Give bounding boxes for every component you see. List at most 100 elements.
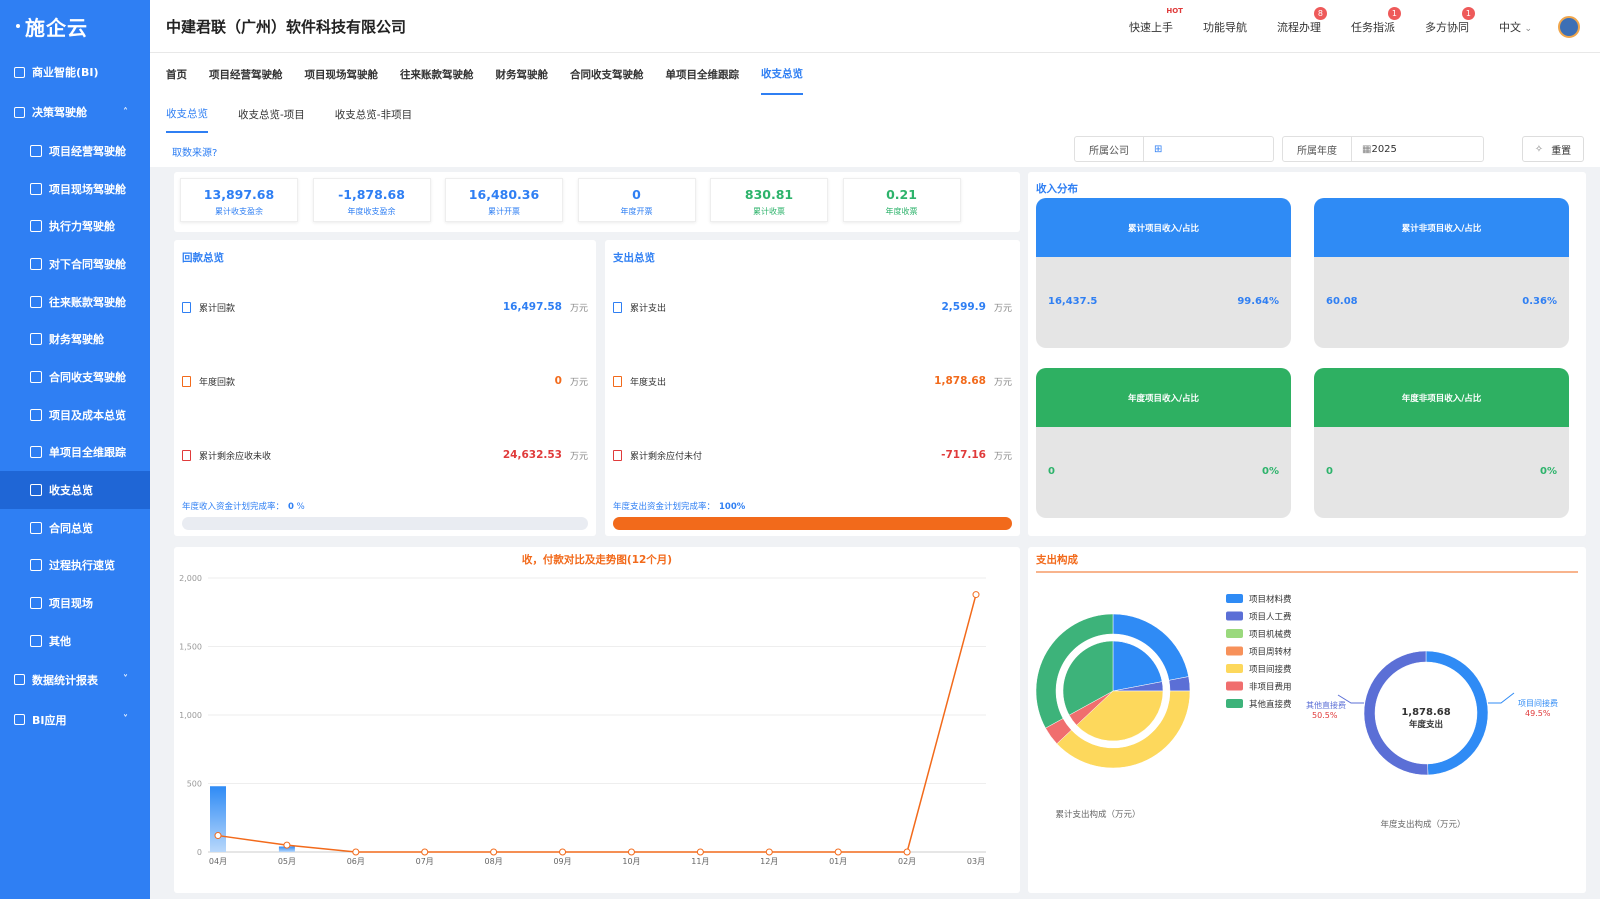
income-card-title: 累计非项目收入/占比 xyxy=(1314,198,1569,257)
process-badge: 8 xyxy=(1313,6,1327,20)
money-icon xyxy=(30,484,42,497)
x-tick-label: 01月 xyxy=(829,857,847,866)
annual-caption: 年度支出构成（万元） xyxy=(1380,819,1465,830)
sidebar-item[interactable]: 项目及成本总览 xyxy=(0,396,150,434)
legend-label: 非项目费用 xyxy=(1249,682,1292,693)
sidebar-item-label: 数据统计报表 xyxy=(32,673,98,687)
sidebar-item[interactable]: 单项目全维跟踪 xyxy=(0,434,150,472)
nav-tab[interactable]: 项目经营驾驶舱 xyxy=(209,53,283,95)
sidebar-item[interactable]: 项目经营驾驶舱 xyxy=(0,132,150,170)
function-nav-link[interactable]: 功能导航 xyxy=(1203,19,1247,35)
document-icon xyxy=(182,375,191,387)
sidebar-item[interactable]: 项目现场驾驶舱 xyxy=(0,170,150,208)
avatar[interactable] xyxy=(1558,15,1580,38)
nav-tab[interactable]: 单项目全维跟踪 xyxy=(666,53,740,95)
trend-chart: 收，付款对比及走势图(12个月) 2,000 1,500 1,000 500 0 04月 05… xyxy=(179,553,986,866)
nav-tab[interactable]: 往来账款驾驶舱 xyxy=(400,53,474,95)
sidebar-item-label: 商业智能(BI) xyxy=(32,66,99,79)
grid-icon xyxy=(30,144,42,157)
sidebar-item[interactable]: 对下合同驾驶舱 xyxy=(0,245,150,283)
x-tick-label: 05月 xyxy=(278,857,296,866)
sidebar-item-label: 项目现场驾驶舱 xyxy=(49,182,126,196)
legend-swatch xyxy=(1226,664,1243,673)
sidebar-item-label: 合同总览 xyxy=(49,521,93,535)
x-tick-label: 12月 xyxy=(760,857,778,866)
sub-tab[interactable]: 收支总览-项目 xyxy=(238,95,305,133)
quick-start-link[interactable]: 快速上手 HOT xyxy=(1129,7,1183,35)
chart-title: 收，付款对比及走势图(12个月) xyxy=(522,553,672,566)
x-tick-label: 10月 xyxy=(622,857,640,866)
kpi-value: 0.21 xyxy=(886,187,917,202)
nav-tab[interactable]: 财务驾驶舱 xyxy=(496,53,549,95)
sidebar-item[interactable]: 项目现场 xyxy=(0,584,150,622)
income-card: 年度项目收入/占比 0 0% xyxy=(1036,368,1291,518)
line-point xyxy=(696,848,704,856)
contract-icon xyxy=(30,521,42,534)
kpi-card: 13,897.68 累计收支盈余 xyxy=(180,178,298,222)
annual-center-value: 1,878.68 xyxy=(1401,707,1450,718)
expense-progress-fill xyxy=(613,517,1012,530)
income-distribution-panel: 收入分布 累计项目收入/占比 16,437.5 99.64% 累计非项目收入/占比 60… xyxy=(1028,172,1586,536)
process-link[interactable]: 流程办理 8 xyxy=(1277,6,1327,35)
sidebar-item-label: 项目现场 xyxy=(49,597,93,611)
expense-composition-chart: 支出构成累计支出构成（万元）项目材料费项目人工费项目机械费项目周转材项目间接费非… xyxy=(1035,553,1578,830)
expense-progress-bar xyxy=(613,517,1012,530)
income-title: 收入分布 xyxy=(1036,183,1078,195)
collaboration-link[interactable]: 多方协同 1 xyxy=(1425,6,1475,35)
income-card: 年度非项目收入/占比 0 0% xyxy=(1314,368,1569,518)
chevron-down-icon: ⌄ xyxy=(1524,23,1532,34)
kpi-label: 年度收票 xyxy=(885,207,918,216)
legend-swatch xyxy=(1226,629,1243,638)
income-card-title: 年度非项目收入/占比 xyxy=(1314,368,1569,427)
legend-swatch xyxy=(1226,699,1243,708)
income-card-title: 累计项目收入/占比 xyxy=(1036,198,1291,257)
company-filter[interactable]: 所属公司 ⊞ xyxy=(1074,136,1274,162)
sidebar-item[interactable]: BI应用 ˅ xyxy=(0,700,150,740)
reset-button[interactable]: ✧ 重置 xyxy=(1522,136,1584,162)
line-point xyxy=(903,848,911,856)
sidebar-item[interactable]: 合同总览 xyxy=(0,509,150,547)
nav-tab[interactable]: 合同收支驾驶舱 xyxy=(570,53,644,95)
calendar-check-icon xyxy=(30,220,42,233)
year-filter[interactable]: 所属年度 ▦2025 xyxy=(1282,136,1484,162)
sidebar-item[interactable]: 收支总览 xyxy=(0,471,150,509)
y-tick-label: 1,500 xyxy=(179,643,202,652)
legend-label: 项目周转材 xyxy=(1249,647,1292,658)
sidebar-item[interactable]: 执行力驾驶舱 xyxy=(0,207,150,245)
sidebar-item[interactable]: 往来账款驾驶舱 xyxy=(0,283,150,321)
sub-tabs: 收支总览 收支总览-项目 收支总览-非项目 xyxy=(150,95,1600,133)
company-name: 中建君联（广州）软件科技有限公司 xyxy=(166,17,407,36)
kpi-value: 0 xyxy=(632,187,641,202)
x-tick-label: 11月 xyxy=(691,857,709,866)
sidebar-item[interactable]: 决策驾驶舱 ˄ xyxy=(0,92,150,132)
expense-overview-panel: 支出总览 累计支出 2,599.9 万元 年度支出 1,878.68 万元 累计剩余应付… xyxy=(605,240,1020,536)
sub-tab[interactable]: 收支总览 xyxy=(166,95,208,133)
nav-tab[interactable]: 收支总览 xyxy=(761,53,803,95)
sidebar-item[interactable]: 商业智能(BI) xyxy=(0,52,150,92)
logo[interactable]: 施企云 xyxy=(0,0,150,52)
receipt-row: 年度回款 0 万元 xyxy=(182,373,588,389)
sidebar-item-label: BI应用 xyxy=(32,713,67,727)
sidebar-item[interactable]: 财务驾驶舱 xyxy=(0,320,150,358)
bar xyxy=(210,786,226,852)
chevron-up-icon: ˄ xyxy=(123,106,128,118)
layers-icon xyxy=(30,597,42,610)
sidebar-item[interactable]: 数据统计报表 ˅ xyxy=(0,660,150,700)
sidebar-item[interactable]: 过程执行速览 xyxy=(0,547,150,585)
expense-title: 支出总览 xyxy=(613,252,655,264)
expense-value: 1,878.68 xyxy=(934,375,986,387)
nav-tab[interactable]: 首页 xyxy=(166,53,187,95)
receipt-overview-panel: 回款总览 累计回款 16,497.58 万元 年度回款 0 万元 累计剩余应收未收 24,… xyxy=(174,240,596,536)
sidebar-item[interactable]: 合同收支驾驶舱 xyxy=(0,358,150,396)
expense-row: 累计剩余应付未付 -717.16 万元 xyxy=(613,447,1012,463)
annual-callout-pct: 50.5% xyxy=(1312,711,1338,720)
language-select[interactable]: 中文 ⌄ xyxy=(1499,19,1532,35)
sub-tab[interactable]: 收支总览-非项目 xyxy=(335,95,412,133)
nav-tab[interactable]: 项目现场驾驶舱 xyxy=(305,53,379,95)
income-card: 累计非项目收入/占比 60.08 0.36% xyxy=(1314,198,1569,348)
data-source-link[interactable]: 取数来源? xyxy=(172,144,217,159)
sidebar-item[interactable]: 其他 xyxy=(0,622,150,660)
line-point xyxy=(421,848,429,856)
legend-label: 其他直接费 xyxy=(1249,699,1292,710)
task-assign-link[interactable]: 任务指派 1 xyxy=(1351,6,1401,35)
